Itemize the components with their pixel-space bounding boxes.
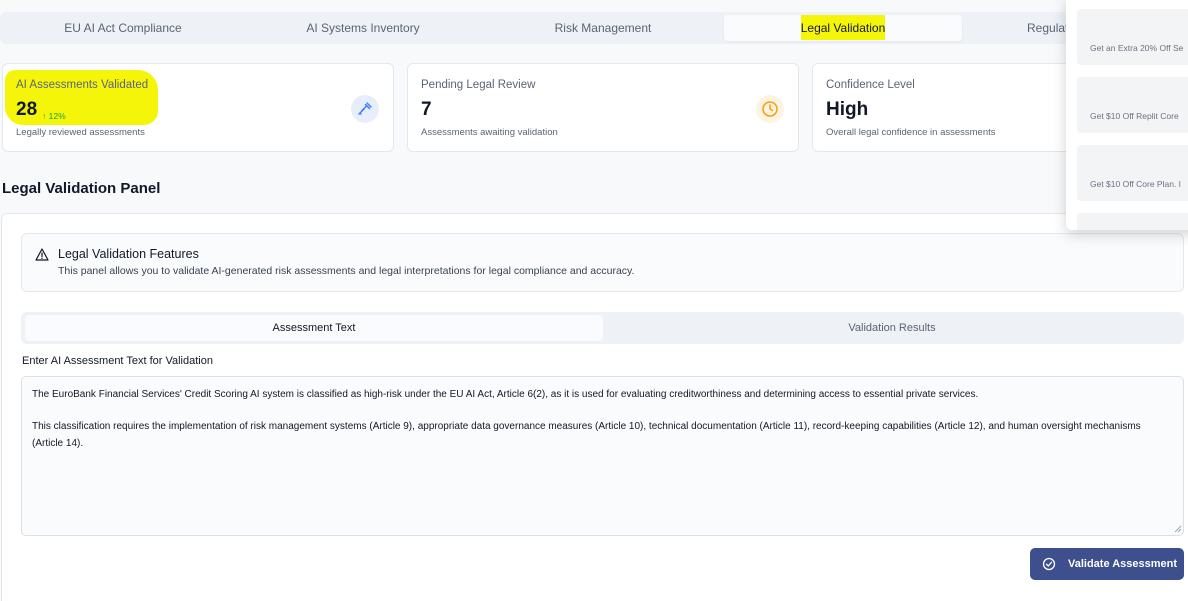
resize-handle-icon[interactable]: [1174, 525, 1182, 533]
promo-popup: Get an Extra 20% Off Se Get $10 Off Repl…: [1066, 0, 1188, 230]
promo-text: Get $10 Off Replit Core: [1090, 111, 1179, 121]
tab-legal-validation-label: Legal Validation: [800, 15, 886, 40]
tab-eu-ai-act-compliance[interactable]: EU AI Act Compliance: [4, 15, 242, 41]
promo-item[interactable]: Get an Extra 20% Off Se: [1077, 9, 1188, 65]
alert-title: Legal Validation Features: [58, 247, 199, 261]
stat-label: Pending Legal Review: [421, 79, 536, 91]
trend-badge: ↑ 12%: [42, 111, 66, 121]
promo-item[interactable]: Get $10 Off Core Plan. I: [1077, 145, 1188, 201]
page-title: Legal Validation Panel: [2, 180, 161, 197]
warning-triangle-icon: [35, 248, 49, 266]
gavel-icon: [351, 95, 379, 123]
stat-value: 28: [16, 99, 38, 120]
promo-text: Get an Extra 20% Off Se: [1090, 43, 1184, 53]
stat-label: Confidence Level: [826, 79, 915, 91]
validate-assessment-button[interactable]: Validate Assessment: [1030, 548, 1184, 580]
assessment-textarea[interactable]: The EuroBank Financial Services' Credit …: [21, 376, 1184, 536]
assessment-field-label: Enter AI Assessment Text for Validation: [22, 355, 213, 367]
main-tab-bar: EU AI Act Compliance AI Systems Inventor…: [0, 12, 1188, 44]
stat-label: AI Assessments Validated: [16, 79, 149, 91]
tab-ai-systems-inventory[interactable]: AI Systems Inventory: [244, 15, 482, 41]
promo-text: Get $10 Off Core Plan. I: [1090, 179, 1182, 189]
tab-assessment-text[interactable]: Assessment Text: [25, 315, 603, 341]
clock-icon: [756, 95, 784, 123]
stat-card-validated-content: AI Assessments Validated 28 ↑ 12% Legall…: [2, 63, 394, 152]
stat-subtext: Assessments awaiting validation: [421, 127, 558, 138]
stat-subtext: Overall legal confidence in assessments: [826, 127, 996, 138]
promo-item[interactable]: Get $10 Off Replit Core: [1077, 77, 1188, 133]
tab-validation-results[interactable]: Validation Results: [603, 315, 1181, 341]
stat-card-pending: Pending Legal Review 7 Assessments await…: [407, 63, 799, 152]
info-alert: Legal Validation Features This panel all…: [21, 233, 1184, 292]
tab-risk-management[interactable]: Risk Management: [484, 15, 722, 41]
assessment-subtabs: Assessment Text Validation Results: [21, 312, 1184, 344]
assessment-paragraph: This classification requires the impleme…: [32, 421, 1141, 449]
stat-value: 7: [421, 99, 432, 120]
validate-assessment-label: Validate Assessment: [1068, 558, 1178, 570]
stat-value: High: [826, 99, 869, 120]
assessment-paragraph: The EuroBank Financial Services' Credit …: [32, 389, 979, 400]
stat-subtext: Legally reviewed assessments: [16, 127, 145, 138]
check-circle-icon: [1042, 557, 1056, 574]
tab-legal-validation[interactable]: Legal Validation: [724, 15, 962, 41]
alert-description: This panel allows you to validate AI-gen…: [58, 265, 635, 277]
promo-item[interactable]: [1077, 213, 1188, 230]
